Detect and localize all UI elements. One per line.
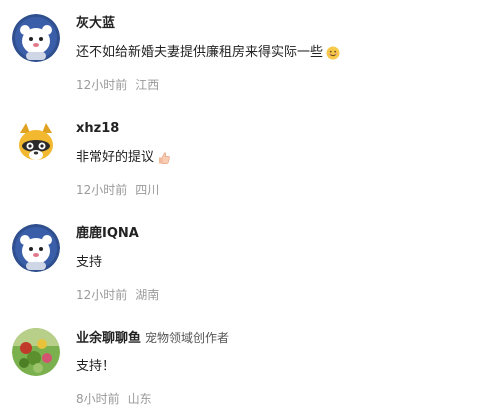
- comment-meta: 8小时前 山东: [76, 391, 152, 407]
- comment-item: 灰大蓝 还不如给新婚夫妻提供廉租房来得实际一些 12小时前 江西: [0, 14, 486, 94]
- username[interactable]: 鹿鹿IQNA: [76, 225, 139, 243]
- comment-meta: 12小时前 湖南: [76, 287, 159, 303]
- avatar[interactable]: [12, 224, 60, 272]
- comment-text: 支持！: [76, 359, 116, 374]
- avatar[interactable]: [12, 14, 60, 62]
- comment-item: 鹿鹿IQNA 支持 12小时前 湖南: [0, 224, 486, 304]
- username[interactable]: xhz18: [76, 120, 119, 138]
- smiling-face-icon: [326, 46, 340, 60]
- comment-item: 业余聊聊鱼 宠物领域创作者 支持！ 8小时前 山东: [0, 328, 486, 408]
- location: 山东: [127, 392, 152, 406]
- comment-item: xhz18 非常好的提议 12小时前 四川: [0, 119, 486, 199]
- username[interactable]: 业余聊聊鱼 宠物领域创作者: [76, 329, 229, 348]
- comment-text-body: 还不如给新婚夫妻提供廉租房来得实际一些: [76, 45, 324, 60]
- timestamp: 12小时前: [76, 288, 128, 302]
- location: 江西: [135, 78, 160, 92]
- raccoon-avatar-icon: [12, 119, 60, 167]
- timestamp: 12小时前: [76, 183, 128, 197]
- flowers-avatar-icon: [12, 328, 60, 376]
- timestamp: 8小时前: [76, 392, 120, 406]
- username[interactable]: 灰大蓝: [76, 15, 115, 33]
- creator-badge: 宠物领域创作者: [145, 331, 230, 345]
- timestamp: 12小时前: [76, 78, 128, 92]
- comment-meta: 12小时前 江西: [76, 77, 159, 93]
- location: 四川: [135, 183, 160, 197]
- comment-text: 还不如给新婚夫妻提供廉租房来得实际一些: [76, 44, 340, 62]
- username-text[interactable]: 业余聊聊鱼: [76, 331, 141, 346]
- bear-avatar-icon: [12, 14, 60, 62]
- bear-avatar-icon: [12, 224, 60, 272]
- comment-text: 非常好的提议: [76, 149, 171, 167]
- avatar[interactable]: [12, 119, 60, 167]
- thumbs-up-icon: [157, 151, 171, 165]
- comment-text-body: 非常好的提议: [76, 150, 155, 165]
- comment-text: 支持: [76, 255, 103, 270]
- avatar[interactable]: [12, 328, 60, 376]
- location: 湖南: [135, 288, 160, 302]
- comment-meta: 12小时前 四川: [76, 182, 159, 198]
